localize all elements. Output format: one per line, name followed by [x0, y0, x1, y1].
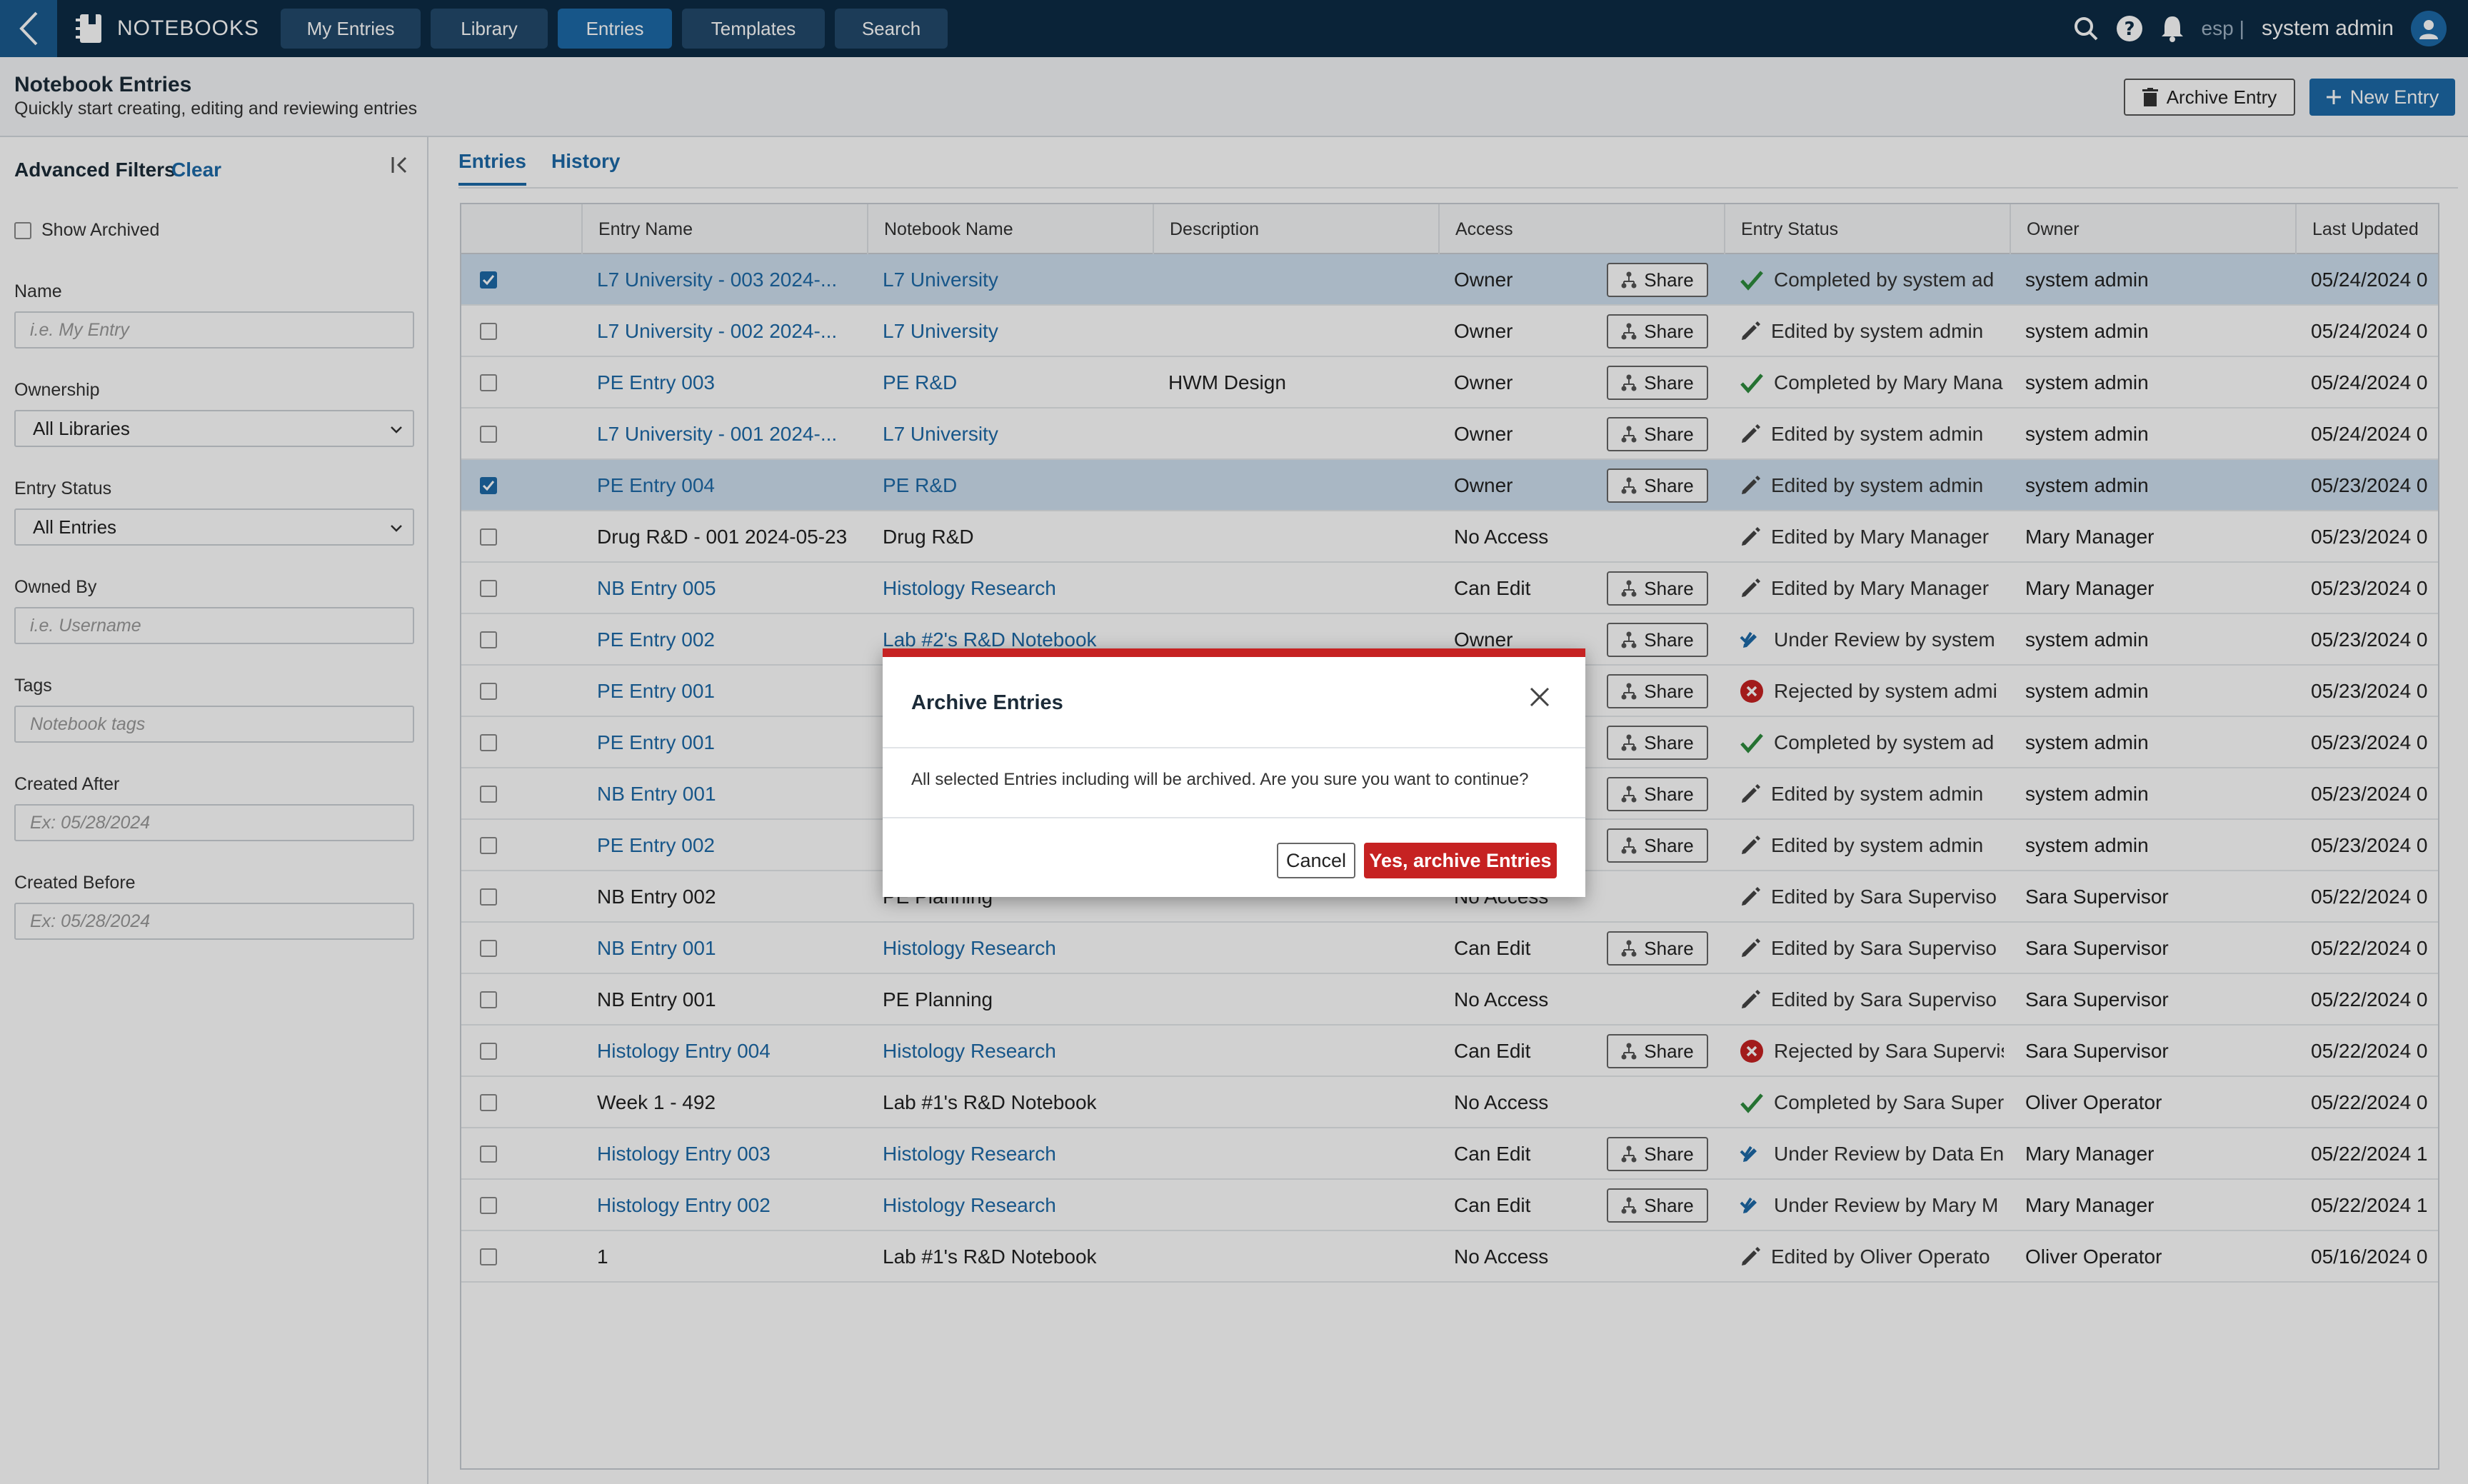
archive-entries-dialog: Archive Entries All selected Entries inc…	[883, 648, 1585, 897]
dialog-message: All selected Entries including will be a…	[911, 770, 1529, 789]
cancel-button[interactable]: Cancel	[1277, 843, 1355, 878]
dialog-divider	[883, 817, 1585, 818]
dialog-divider	[883, 747, 1585, 748]
dialog-title: Archive Entries	[911, 691, 1063, 714]
confirm-archive-button[interactable]: Yes, archive Entries	[1364, 843, 1557, 878]
close-icon[interactable]	[1528, 686, 1551, 708]
